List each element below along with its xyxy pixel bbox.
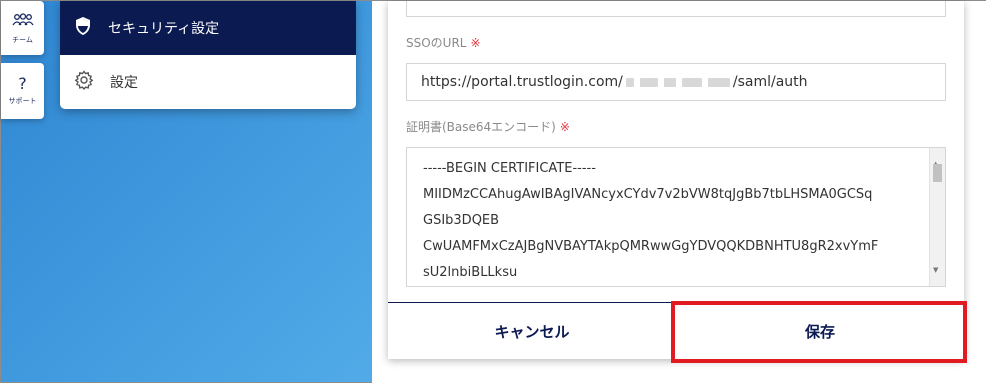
redacted-segment xyxy=(663,77,676,87)
shield-icon xyxy=(74,16,92,40)
redacted-segment xyxy=(681,77,702,87)
required-mark: ※ xyxy=(559,120,570,134)
cancel-button[interactable]: キャンセル xyxy=(388,303,676,359)
required-mark: ※ xyxy=(470,36,481,50)
team-icon xyxy=(11,12,34,31)
settings-menu: セキュリティ設定 設定 xyxy=(60,1,356,109)
previous-field-input[interactable] xyxy=(406,1,946,17)
team-nav-label: チーム xyxy=(12,35,33,44)
certificate-label-text: 証明書(Base64エンコード) xyxy=(406,120,556,134)
certificate-line: CwUAMFMxCzAJBgNVBAYTAkpQMRwwGgYDVQQKDBNH… xyxy=(423,239,879,254)
certificate-line: sU2lnbiBLLksu xyxy=(423,265,518,280)
certificate-line: -----BEGIN CERTIFICATE----- xyxy=(423,161,596,176)
menu-item-label: 設定 xyxy=(110,75,138,91)
question-icon: ? xyxy=(18,74,27,93)
support-nav-label: サポート xyxy=(8,97,37,105)
textarea-scrollbar[interactable]: ▲ ▼ xyxy=(929,148,945,286)
sso-url-label-text: SSOのURL xyxy=(406,36,467,50)
sso-url-prefix: https://portal.trustlogin.com/ xyxy=(421,74,623,90)
certificate-line: GSIb3DQEB xyxy=(423,213,500,228)
scrollbar-thumb[interactable] xyxy=(933,164,942,182)
sso-url-input[interactable]: https://portal.trustlogin.com/ /saml/aut… xyxy=(406,63,946,101)
gear-icon xyxy=(74,70,94,94)
menu-item-label: セキュリティ設定 xyxy=(108,21,220,37)
certificate-line: MIIDMzCCAhugAwIBAgIVANcyxCYdv7v2bVW8tqJg… xyxy=(423,187,873,202)
sso-url-label: SSOのURL ※ xyxy=(406,34,481,51)
certificate-textarea[interactable]: -----BEGIN CERTIFICATE----- MIIDMzCCAhug… xyxy=(406,147,946,287)
team-nav-button[interactable]: チーム xyxy=(1,1,44,55)
certificate-label: 証明書(Base64エンコード) ※ xyxy=(406,118,570,135)
sso-url-suffix: /saml/auth xyxy=(732,74,808,90)
redacted-segment xyxy=(639,77,658,87)
menu-item-settings[interactable]: 設定 xyxy=(60,55,356,109)
redacted-segment xyxy=(625,77,634,87)
support-nav-button[interactable]: ? サポート xyxy=(1,63,44,119)
redacted-segment xyxy=(707,77,730,87)
scroll-down-arrow-icon[interactable]: ▼ xyxy=(933,257,938,283)
save-button-highlight xyxy=(671,301,967,363)
menu-item-security-settings[interactable]: セキュリティ設定 xyxy=(60,1,356,55)
